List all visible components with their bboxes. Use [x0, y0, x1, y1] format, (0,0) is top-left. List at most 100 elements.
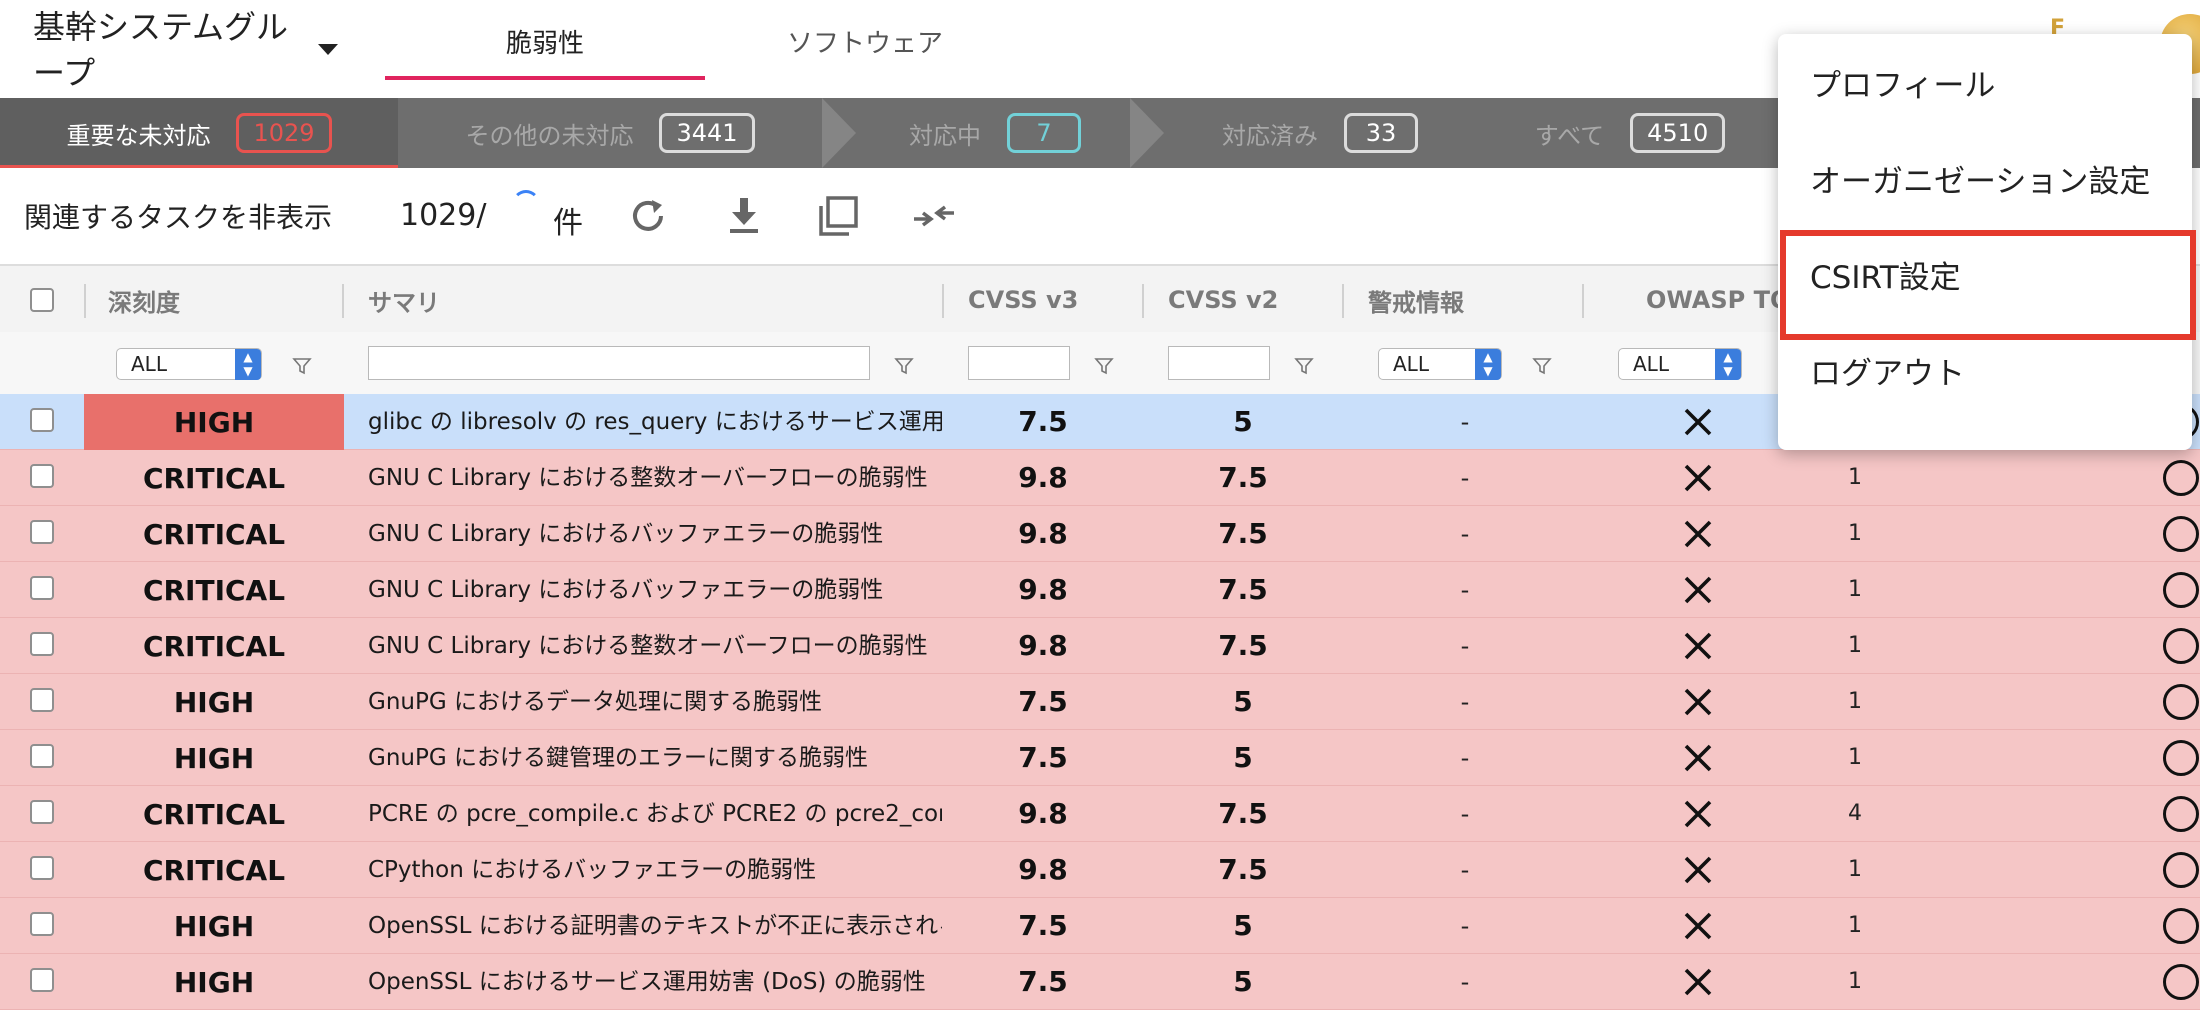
summary-cell[interactable]: PCRE の pcre_compile.c および PCRE2 の pcre2_… [368, 786, 942, 842]
cvss-v2-filter-input[interactable] [1168, 346, 1270, 380]
result-count-unit: 件 [553, 206, 583, 241]
download-icon[interactable] [722, 194, 766, 238]
summary-filter-input[interactable] [368, 346, 870, 380]
alert-cell: - [1460, 576, 1470, 604]
status-tab-other-open[interactable]: その他の未対応 3441 [400, 98, 820, 168]
alert-cell: - [1460, 520, 1470, 548]
filter-icon[interactable] [1532, 356, 1552, 376]
tab-software[interactable]: ソフトウェア [705, 0, 1025, 82]
count-cell: 1 [1848, 689, 1862, 714]
owasp-filter-select[interactable]: ALL ▲ ▼ [1618, 348, 1742, 380]
cvss-v2-cell: 5 [1233, 965, 1253, 998]
column-separator [1342, 284, 1344, 318]
close-x-icon [1684, 856, 1712, 884]
chevron-down-icon[interactable] [318, 44, 338, 55]
column-separator [342, 284, 344, 318]
column-header-cvss-v2[interactable]: CVSS v2 [1168, 266, 1278, 334]
copy-icon[interactable] [816, 194, 860, 238]
row-checkbox[interactable] [30, 800, 54, 824]
summary-cell[interactable]: GnuPG における鍵管理のエラーに関する脆弱性 [368, 730, 942, 786]
tab-vulnerability[interactable]: 脆弱性 [385, 0, 705, 82]
circle-icon [2163, 740, 2199, 776]
hide-related-tasks-toggle[interactable]: 関連するタスクを非表示 [24, 196, 332, 236]
count-cell: 1 [1848, 465, 1862, 490]
summary-cell[interactable]: GNU C Library における整数オーバーフローの脆弱性 [368, 450, 942, 506]
alert-cell: - [1460, 408, 1470, 436]
table-row[interactable]: HIGH GnuPG におけるデータ処理に関する脆弱性 7.5 5 - 1 [0, 674, 2200, 730]
filter-icon[interactable] [1094, 356, 1114, 376]
cvss-v2-cell: 7.5 [1218, 573, 1268, 606]
close-x-icon [1684, 576, 1712, 604]
circle-icon [2163, 684, 2199, 720]
summary-cell[interactable]: OpenSSL におけるサービス運用妨害 (DoS) の脆弱性 [368, 954, 942, 1010]
severity-cell: CRITICAL [142, 629, 286, 663]
status-tab-in-progress[interactable]: 対応中 7 [860, 98, 1130, 168]
alert-cell: - [1460, 632, 1470, 660]
filter-icon[interactable] [292, 356, 312, 376]
status-tab-count: 1029 [236, 113, 332, 153]
table-row[interactable]: HIGH OpenSSL における証明書のテキストが不正に表示される 7.5 5 - 1 [0, 898, 2200, 954]
select-all-checkbox[interactable] [30, 288, 54, 312]
severity-cell: HIGH [173, 965, 255, 999]
row-checkbox[interactable] [30, 968, 54, 992]
table-row[interactable]: CRITICAL CPython におけるバッファエラーの脆弱性 9.8 7.5 - 1 [0, 842, 2200, 898]
filter-icon[interactable] [894, 356, 914, 376]
table-row[interactable]: CRITICAL GNU C Library における整数オーバーフローの脆弱性 9… [0, 450, 2200, 506]
row-checkbox[interactable] [30, 856, 54, 880]
menu-item-organization-settings[interactable]: オーガニゼーション設定 [1778, 130, 2192, 226]
column-header-summary[interactable]: サマリ [368, 266, 440, 334]
status-tab-label: すべて [1534, 121, 1605, 150]
status-tab-done[interactable]: 対応済み 33 [1170, 98, 1470, 168]
summary-cell[interactable]: GNU C Library におけるバッファエラーの脆弱性 [368, 562, 942, 618]
table-row[interactable]: CRITICAL GNU C Library におけるバッファエラーの脆弱性 9.8… [0, 562, 2200, 618]
active-tab-indicator [385, 76, 705, 80]
alert-cell: - [1460, 968, 1470, 996]
cvss-v3-filter-input[interactable] [968, 346, 1070, 380]
close-x-icon [1684, 912, 1712, 940]
highlight-box [1780, 230, 2196, 340]
status-tab-label: 対応済み [1222, 121, 1318, 150]
org-selector[interactable]: 基幹システムグループ [33, 4, 318, 96]
row-checkbox[interactable] [30, 688, 54, 712]
row-checkbox[interactable] [30, 464, 54, 488]
count-cell: 1 [1848, 969, 1862, 994]
summary-cell[interactable]: GNU C Library におけるバッファエラーの脆弱性 [368, 506, 942, 562]
row-checkbox[interactable] [30, 520, 54, 544]
alert-filter-value: ALL [1393, 352, 1429, 376]
column-header-alert[interactable]: 警戒情報 [1368, 266, 1464, 334]
filter-icon[interactable] [1294, 356, 1314, 376]
column-header-severity[interactable]: 深刻度 [108, 266, 180, 334]
row-checkbox[interactable] [30, 744, 54, 768]
row-checkbox[interactable] [30, 912, 54, 936]
menu-item-profile[interactable]: プロフィール [1778, 34, 2192, 130]
summary-cell[interactable]: OpenSSL における証明書のテキストが不正に表示される [368, 898, 942, 954]
count-cell: 1 [1848, 857, 1862, 882]
table-row[interactable]: CRITICAL GNU C Library における整数オーバーフローの脆弱性 9… [0, 618, 2200, 674]
status-tab-important-open[interactable]: 重要な未対応 1029 [0, 98, 398, 168]
summary-cell[interactable]: CPython におけるバッファエラーの脆弱性 [368, 842, 942, 898]
circle-icon [2163, 796, 2199, 832]
status-tab-all[interactable]: すべて 4510 [1500, 98, 1760, 168]
row-checkbox[interactable] [30, 576, 54, 600]
alert-cell: - [1460, 800, 1470, 828]
severity-cell: HIGH [173, 741, 255, 775]
row-checkbox[interactable] [30, 632, 54, 656]
compress-icon[interactable] [912, 194, 956, 238]
table-row[interactable]: HIGH OpenSSL におけるサービス運用妨害 (DoS) の脆弱性 7.5 5 -… [0, 954, 2200, 1010]
alert-cell: - [1460, 912, 1470, 940]
alert-filter-select[interactable]: ALL ▲ ▼ [1378, 348, 1502, 380]
summary-cell[interactable]: glibc の libresolv の res_query におけるサービス運用… [368, 394, 942, 450]
circle-icon [2163, 516, 2199, 552]
select-arrows-icon: ▲ ▼ [235, 349, 261, 380]
table-row[interactable]: CRITICAL PCRE の pcre_compile.c および PCRE2 … [0, 786, 2200, 842]
refresh-icon[interactable] [626, 194, 670, 238]
summary-cell[interactable]: GNU C Library における整数オーバーフローの脆弱性 [368, 618, 942, 674]
column-header-cvss-v3[interactable]: CVSS v3 [968, 266, 1078, 334]
table-row[interactable]: CRITICAL GNU C Library におけるバッファエラーの脆弱性 9.8… [0, 506, 2200, 562]
status-tab-count: 4510 [1630, 113, 1726, 153]
summary-cell[interactable]: GnuPG におけるデータ処理に関する脆弱性 [368, 674, 942, 730]
row-checkbox[interactable] [30, 408, 54, 432]
severity-filter-select[interactable]: ALL ▲ ▼ [116, 348, 262, 380]
cvss-v2-cell: 7.5 [1218, 461, 1268, 494]
table-row[interactable]: HIGH GnuPG における鍵管理のエラーに関する脆弱性 7.5 5 - 1 [0, 730, 2200, 786]
